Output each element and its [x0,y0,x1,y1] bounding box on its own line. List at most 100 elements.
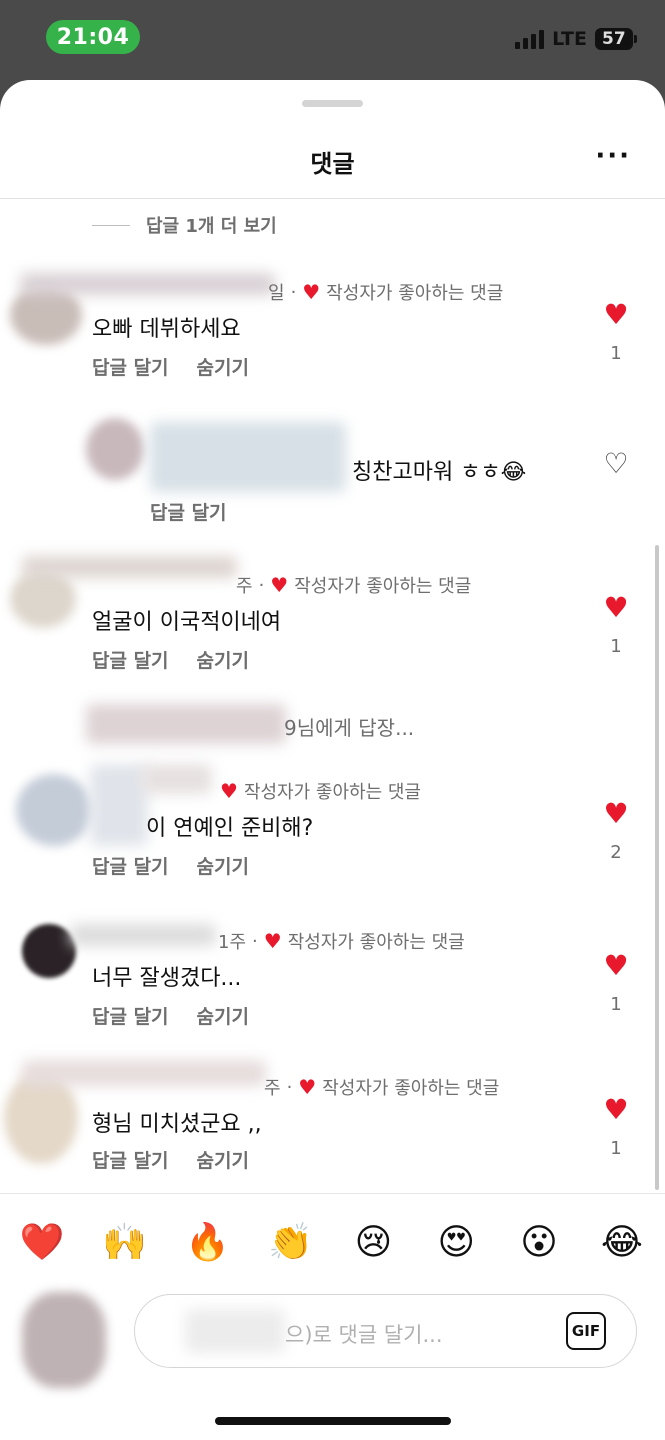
comment-text: 이 연예인 준비해? [146,816,314,841]
emoji-fire[interactable]: 🔥 [178,1220,238,1266]
like-column: ♥ 1 [601,301,631,365]
avatar[interactable] [16,774,92,846]
network-label: LTE [552,28,587,50]
username-redacted [22,1060,266,1086]
comment-time: 주 [264,1078,281,1099]
comment-meta: 주 · ♥ 작성자가 좋아하는 댓글 [236,572,471,598]
footer-divider [0,1193,665,1194]
avatar[interactable] [10,570,76,628]
comments-sheet: 댓글 ··· 답글 1개 더 보기 일 · ♥ 작성자가 좋아하는 댓글 오빠 … [0,80,665,1440]
reply-button[interactable]: 답글 달기 [92,1002,169,1029]
heart-icon[interactable]: ♥ [603,594,628,622]
reply-button[interactable]: 답글 달기 [92,1146,169,1173]
reply-to-text[interactable]: 9님에게 답장... [284,712,414,741]
hide-button[interactable]: 숨기기 [197,646,249,673]
heart-outline-icon[interactable]: ♡ [603,450,628,478]
home-indicator[interactable] [215,1417,451,1425]
comment-meta: 주 · ♥ 작성자가 좋아하는 댓글 [264,1074,499,1100]
comment-time: 일 [268,283,285,304]
username-redacted [86,704,286,744]
sheet-grabber[interactable] [302,100,363,107]
hide-button[interactable]: 숨기기 [197,1146,249,1173]
hide-button[interactable]: 숨기기 [197,1002,249,1029]
status-indicators: LTE 57 [515,28,637,50]
comment-actions: 답글 달기 [150,498,227,525]
emoji-heart-eyes[interactable]: 😍 [426,1220,486,1266]
view-more-replies-button[interactable]: 답글 1개 더 보기 [92,212,277,238]
author-liked-label: 작성자가 좋아하는 댓글 [287,932,465,953]
reply-button[interactable]: 답글 달기 [92,852,169,879]
comment-input-placeholder: 으)로 댓글 달기... [285,1323,443,1347]
like-column: ♥ 1 [601,1096,631,1160]
heart-icon[interactable]: ♥ [603,1096,628,1124]
author-liked-label: 작성자가 좋아하는 댓글 [243,782,421,803]
username-redacted [185,1309,285,1353]
signal-icon [515,29,545,49]
header-divider [0,198,665,199]
my-avatar [22,1292,106,1388]
view-more-replies-label: 답글 1개 더 보기 [146,216,277,237]
emoji-surprised[interactable]: 😮 [509,1220,569,1266]
author-liked-heart-icon: ♥ [298,1075,317,1099]
emoji-reaction-bar: ❤️ 🙌 🔥 👏 😢 😍 😮 😂 [12,1220,652,1266]
emoji-raised-hands[interactable]: 🙌 [95,1220,155,1266]
comment-actions: 답글 달기 숨기기 [92,1002,249,1029]
comment-actions: 답글 달기 숨기기 [92,353,249,380]
emoji-crying[interactable]: 😢 [343,1220,403,1266]
reply-button[interactable]: 답글 달기 [150,498,227,525]
comment-text: 오빠 데뷔하세요 [92,317,241,342]
author-liked-heart-icon: ♥ [220,779,238,803]
like-count: 1 [610,1138,622,1159]
comment-meta: 1주 · ♥ 작성자가 좋아하는 댓글 [218,928,465,954]
divider-dash [92,224,130,226]
reply-button[interactable]: 답글 달기 [92,646,169,673]
like-count: 1 [610,994,622,1015]
reply-button[interactable]: 답글 달기 [92,353,169,380]
username-redacted [150,422,346,492]
scrollbar[interactable] [655,545,659,1190]
comment-input[interactable]: 으)로 댓글 달기... GIF [134,1294,637,1368]
meta-separator: · [290,281,297,303]
comment-meta: ♥ 작성자가 좋아하는 댓글 [220,778,421,804]
like-column: ♥ 1 [601,952,631,1016]
like-column: ♥ 1 [601,594,631,658]
comment-meta: 일 · ♥ 작성자가 좋아하는 댓글 [268,279,503,305]
comment-text: 얼굴이 이국적이네여 [92,610,282,635]
emoji-clapping[interactable]: 👏 [261,1220,321,1266]
comment-time: 주 [236,576,253,597]
emoji-laughing[interactable]: 😂 [592,1220,652,1266]
hide-button[interactable]: 숨기기 [197,353,249,380]
comment-actions: 답글 달기 숨기기 [92,852,249,879]
more-options-icon[interactable]: ··· [595,143,631,169]
status-time: 21:04 [46,20,140,54]
author-liked-label: 작성자가 좋아하는 댓글 [322,1078,500,1099]
gif-button[interactable]: GIF [566,1312,606,1350]
like-count: 1 [610,636,622,657]
meta-separator: · [286,1076,293,1098]
username-redacted [22,556,237,578]
hide-button[interactable]: 숨기기 [197,852,249,879]
meta-separator: · [252,930,258,952]
username-redacted [70,924,216,946]
avatar[interactable] [86,418,144,480]
like-column: ♥ 2 [601,800,631,864]
comment-actions: 답글 달기 숨기기 [92,646,249,673]
comment-text: 칭찬고마워 ㅎㅎ😂 [352,460,527,485]
emoji-heart[interactable]: ❤️ [12,1220,72,1266]
author-liked-heart-icon: ♥ [270,573,289,597]
comment-actions: 답글 달기 숨기기 [92,1146,249,1173]
heart-icon[interactable]: ♥ [603,800,628,828]
avatar[interactable] [22,924,76,978]
heart-icon[interactable]: ♥ [603,301,628,329]
meta-separator: · [258,574,265,596]
author-liked-heart-icon: ♥ [302,280,321,304]
battery-icon: 57 [595,28,637,50]
page-title: 댓글 [310,150,355,178]
username-redacted [20,273,275,295]
username-redacted [90,764,148,846]
heart-icon[interactable]: ♥ [603,952,628,980]
comment-text: 형님 미치셨군요 ,, [92,1112,262,1137]
like-count: 1 [610,343,622,364]
like-column: ♡ [601,450,631,478]
comment-text: 너무 잘생겼다... [92,966,242,991]
